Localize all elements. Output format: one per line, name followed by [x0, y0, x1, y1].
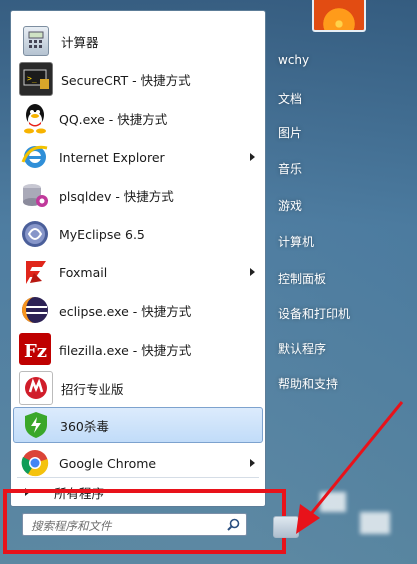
start-menu: 计算器 >_ SecureCRT - 快捷方式 QQ.exe - 快捷方式 In…: [0, 0, 417, 564]
annotation-arrow-icon: [296, 401, 404, 534]
